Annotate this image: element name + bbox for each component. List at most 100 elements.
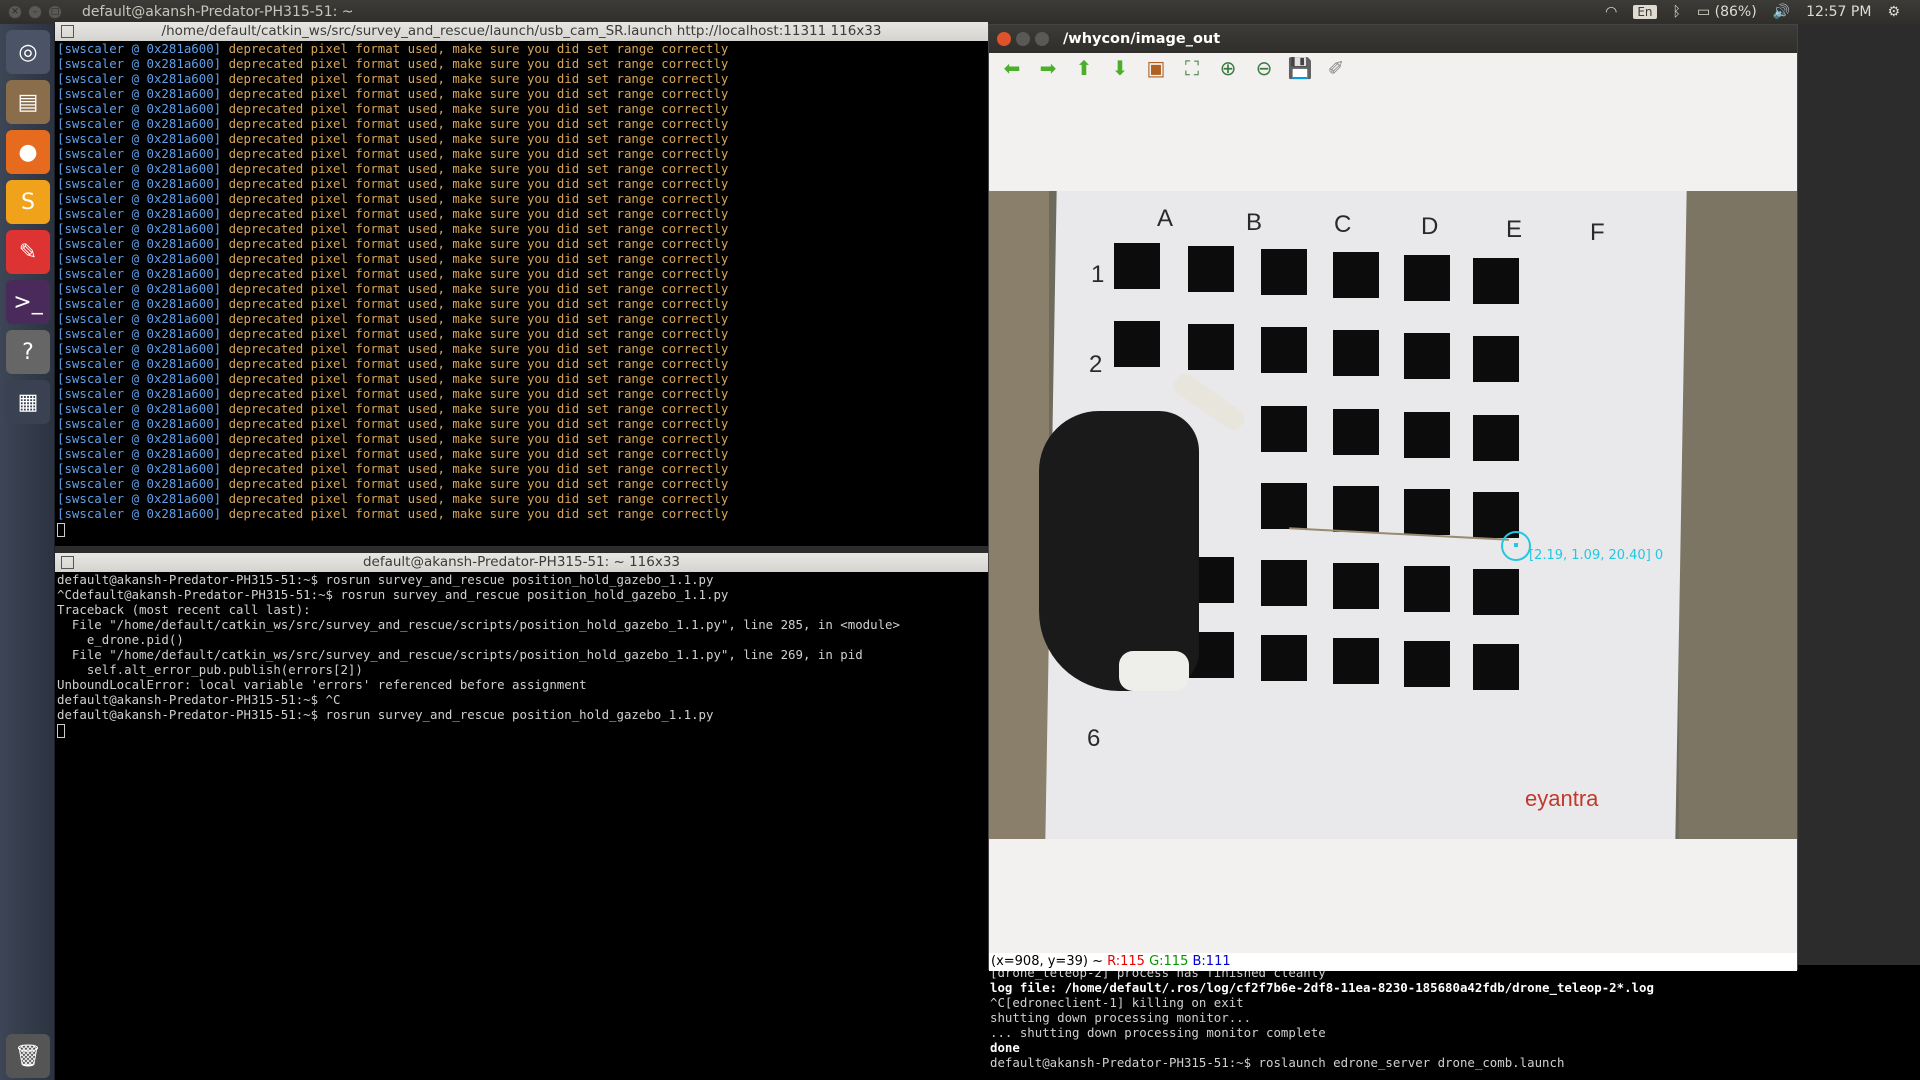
maximize-icon[interactable] [1035, 32, 1049, 46]
row-label-2: 2 [1089, 351, 1103, 378]
grid-cell [1261, 483, 1307, 529]
log-message: deprecated pixel format used, make sure … [221, 446, 729, 461]
log-prefix: [swscaler @ 0x281a600] [57, 221, 222, 236]
up-arrow-icon[interactable]: ⬆ [1071, 55, 1097, 81]
minimize-window-button[interactable]: – [28, 5, 42, 19]
help-icon[interactable]: ? [6, 330, 50, 374]
terminal-menu-icon[interactable] [61, 556, 74, 569]
brush-icon[interactable]: ✐ [1323, 55, 1349, 81]
log-message: deprecated pixel format used, make sure … [221, 206, 729, 221]
fit-icon[interactable]: ⛶ [1179, 55, 1205, 81]
terminal-line: File "/home/default/catkin_ws/src/survey… [57, 617, 900, 632]
grid-cell [1404, 489, 1450, 535]
log-message: deprecated pixel format used, make sure … [221, 41, 729, 56]
bluetooth-icon[interactable]: ᛒ [1673, 4, 1681, 20]
wifi-icon[interactable]: ◠ [1605, 4, 1617, 20]
terminal1-output[interactable]: [swscaler @ 0x281a600] deprecated pixel … [55, 41, 988, 546]
image-view-titlebar[interactable]: /whycon/image_out [989, 25, 1797, 53]
log-prefix: [swscaler @ 0x281a600] [57, 191, 222, 206]
pixel-coords: (x=908, y=39) ~ [991, 954, 1103, 969]
log-line: [swscaler @ 0x281a600] deprecated pixel … [55, 386, 988, 401]
log-prefix: [swscaler @ 0x281a600] [57, 461, 222, 476]
log-line: [swscaler @ 0x281a600] deprecated pixel … [55, 431, 988, 446]
log-line: [swscaler @ 0x281a600] deprecated pixel … [55, 221, 988, 236]
zoom-in-icon[interactable]: ⊕ [1215, 55, 1241, 81]
pixel-r: R:115 [1107, 954, 1145, 969]
terminal-line: File "/home/default/catkin_ws/src/survey… [57, 647, 863, 662]
text-editor-icon[interactable]: ✎ [6, 230, 50, 274]
log-message: deprecated pixel format used, make sure … [221, 506, 729, 521]
column-label-d: D [1421, 213, 1439, 240]
firefox-icon[interactable]: ● [6, 130, 50, 174]
terminal2-output[interactable]: default@akansh-Predator-PH315-51:~$ rosr… [55, 572, 988, 1080]
log-prefix: [swscaler @ 0x281a600] [57, 176, 222, 191]
log-message: deprecated pixel format used, make sure … [221, 491, 729, 506]
volume-icon[interactable]: 🔊 [1773, 4, 1790, 20]
log-line: [swscaler @ 0x281a600] deprecated pixel … [55, 506, 988, 521]
close-window-button[interactable]: ✕ [8, 5, 22, 19]
log-line: [swscaler @ 0x281a600] deprecated pixel … [55, 191, 988, 206]
camera-image[interactable]: A B C D E F 1 2 6 [2.19, 1.09, 20.40] 0 … [989, 191, 1797, 839]
log-prefix: [swscaler @ 0x281a600] [57, 41, 222, 56]
image-icon[interactable]: ▣ [1143, 55, 1169, 81]
log-message: deprecated pixel format used, make sure … [221, 221, 729, 236]
log-line: [swscaler @ 0x281a600] deprecated pixel … [55, 296, 988, 311]
launcher: ◎ ▤ ● S ✎ >_ ? ▦ 🗑 [0, 24, 55, 1080]
terminal-menu-icon[interactable] [61, 25, 74, 38]
cursor-line [55, 722, 988, 738]
grid-cell [1473, 569, 1519, 615]
log-line: [swscaler @ 0x281a600] deprecated pixel … [55, 41, 988, 56]
trash-icon[interactable]: 🗑 [6, 1034, 50, 1078]
pixel-b: B:111 [1192, 954, 1231, 969]
log-message: deprecated pixel format used, make sure … [221, 326, 729, 341]
zoom-out-icon[interactable]: ⊖ [1251, 55, 1277, 81]
image-view-window: /whycon/image_out ⬅ ➡ ⬆ ⬇ ▣ ⛶ ⊕ ⊖ 💾 ✐ A … [988, 24, 1798, 971]
files-icon[interactable]: ▤ [6, 80, 50, 124]
battery-indicator[interactable]: ▭ (86%) [1697, 4, 1757, 20]
log-line: [swscaler @ 0x281a600] deprecated pixel … [55, 236, 988, 251]
settings-gear-icon[interactable]: ⚙ [1887, 4, 1900, 20]
grid-cell [1261, 406, 1307, 452]
grid-cell [1261, 327, 1307, 373]
terminal2-titlebar[interactable]: default@akansh-Predator-PH315-51: ~ 116x… [55, 553, 988, 572]
eyantra-logo: eyantra [1525, 786, 1599, 811]
grid-cell [1473, 336, 1519, 382]
log-prefix: [swscaler @ 0x281a600] [57, 281, 222, 296]
terminal-line: UnboundLocalError: local variable 'error… [57, 677, 587, 692]
keyboard-layout[interactable]: En [1633, 5, 1657, 19]
log-line: [swscaler @ 0x281a600] deprecated pixel … [55, 86, 988, 101]
workspace-icon[interactable]: ▦ [6, 380, 50, 424]
image-toolbar: ⬅ ➡ ⬆ ⬇ ▣ ⛶ ⊕ ⊖ 💾 ✐ [989, 53, 1797, 83]
log-line: [swscaler @ 0x281a600] deprecated pixel … [55, 71, 988, 86]
log-message: deprecated pixel format used, make sure … [221, 311, 729, 326]
terminal3-output[interactable]: [drone_teleop-2] process has finished cl… [988, 965, 1920, 1080]
grid-cell [1333, 409, 1379, 455]
cursor-line [55, 521, 988, 537]
terminal-line: default@akansh-Predator-PH315-51:~$ ^C [57, 692, 341, 707]
down-arrow-icon[interactable]: ⬇ [1107, 55, 1133, 81]
log-message: deprecated pixel format used, make sure … [221, 116, 729, 131]
minimize-icon[interactable] [1016, 32, 1030, 46]
back-arrow-icon[interactable]: ⬅ [999, 55, 1025, 81]
log-line: [swscaler @ 0x281a600] deprecated pixel … [55, 476, 988, 491]
grid-cell [1404, 333, 1450, 379]
pixel-g: G:115 [1149, 954, 1189, 969]
sublime-icon[interactable]: S [6, 180, 50, 224]
close-icon[interactable] [997, 32, 1011, 46]
maximize-window-button[interactable]: □ [48, 5, 62, 19]
save-icon[interactable]: 💾 [1287, 55, 1313, 81]
grid-cell [1404, 255, 1450, 301]
terminal-icon[interactable]: >_ [6, 280, 50, 324]
log-prefix: [swscaler @ 0x281a600] [57, 386, 222, 401]
dash-icon[interactable]: ◎ [6, 30, 50, 74]
terminal1-title: /home/default/catkin_ws/src/survey_and_r… [161, 23, 882, 39]
grid-cell [1333, 252, 1379, 298]
clock[interactable]: 12:57 PM [1806, 4, 1871, 20]
log-message: deprecated pixel format used, make sure … [221, 251, 729, 266]
log-message: deprecated pixel format used, make sure … [221, 161, 729, 176]
top-panel: ✕ – □ default@akansh-Predator-PH315-51: … [0, 0, 1920, 24]
terminal1-titlebar[interactable]: /home/default/catkin_ws/src/survey_and_r… [55, 22, 988, 41]
marker-center [1514, 543, 1518, 547]
log-prefix: [swscaler @ 0x281a600] [57, 476, 222, 491]
forward-arrow-icon[interactable]: ➡ [1035, 55, 1061, 81]
